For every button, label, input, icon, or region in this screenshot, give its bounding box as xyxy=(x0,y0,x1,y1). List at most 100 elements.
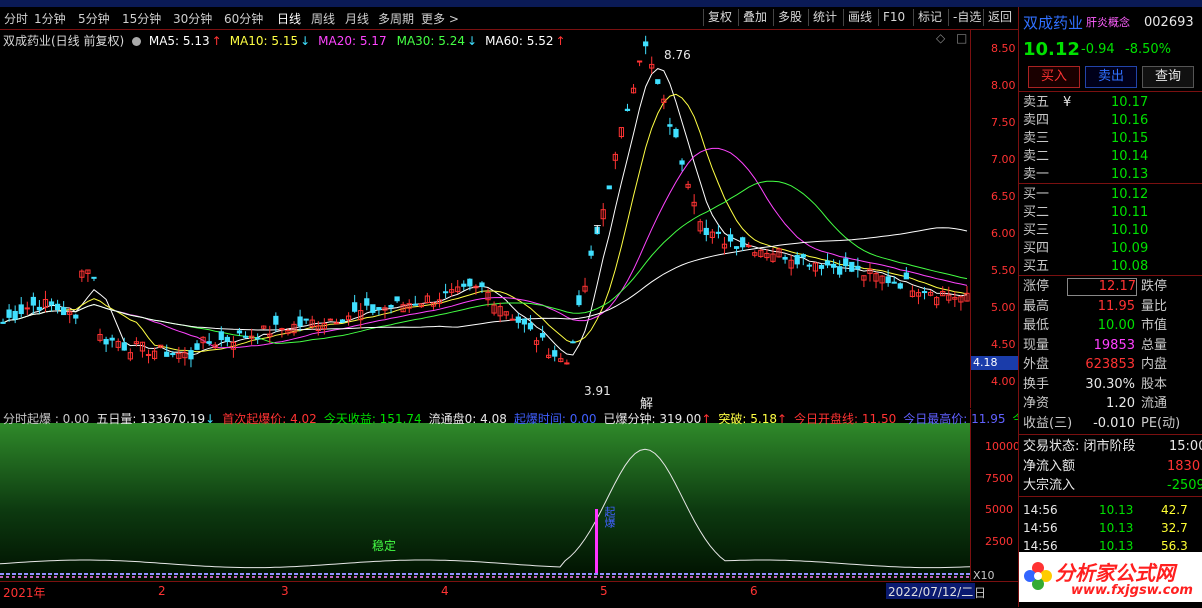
ma-legend-item: MA20: 5.17 xyxy=(318,34,387,48)
bid-label: 买五 xyxy=(1023,259,1050,274)
candle-body xyxy=(24,307,30,310)
candle-body xyxy=(824,260,831,266)
bid-price: 10.11 xyxy=(1111,205,1149,220)
indicator-axis: 10000 7500 5000 2500 X10 xyxy=(970,409,1020,582)
indicator-tick: 7500 xyxy=(985,472,1013,485)
period-15min[interactable]: 15分钟 xyxy=(122,10,161,27)
candle-body xyxy=(461,283,467,287)
candle-body xyxy=(121,342,127,351)
candle-body xyxy=(733,246,740,249)
quote-label2: 跌停 xyxy=(1141,279,1168,294)
price-axis: 8.50 8.00 7.50 7.00 6.50 6.00 5.50 5.00 4.50 4.00… xyxy=(970,30,1020,408)
candle-body xyxy=(170,353,176,356)
high-price-label: 8.76 xyxy=(664,48,691,62)
ask-label: 卖一 xyxy=(1023,167,1050,182)
candle-body xyxy=(224,336,230,342)
mark-button[interactable]: 标记 xyxy=(913,9,946,26)
candle-body xyxy=(188,350,194,360)
back-button[interactable]: 返回 xyxy=(983,9,1016,26)
stats-button[interactable]: 统计 xyxy=(808,9,841,26)
candle-body xyxy=(370,304,376,313)
candle-body xyxy=(715,231,722,234)
bid-row[interactable]: 买二 10.11 xyxy=(1019,204,1202,222)
candle-body xyxy=(740,237,746,248)
period-monthly[interactable]: 月线 xyxy=(345,10,369,27)
period-more[interactable]: 更多 > xyxy=(421,10,459,27)
candle-body xyxy=(18,304,24,315)
indicator-chart[interactable]: 分时起爆 : 0.00 五日量: 133670.19↓ 首次起爆价: 4.02 今天收… xyxy=(0,409,1024,581)
flow-row: 大宗流入 -2509 xyxy=(1019,477,1202,495)
f10-button[interactable]: F10 xyxy=(878,9,909,26)
ma-legend-item: MA10: 5.15 xyxy=(229,34,299,48)
candle-body xyxy=(830,263,837,268)
indicator-legend: 分时起爆 : 0.00 五日量: 133670.19↓ 首次起爆价: 4.02 今天收… xyxy=(3,410,1031,427)
period-intraday[interactable]: 分时 xyxy=(4,10,28,27)
period-60min[interactable]: 60分钟 xyxy=(224,10,263,27)
indicator-arrow: ↑ xyxy=(701,412,712,426)
overlay-button[interactable]: 叠加 xyxy=(738,9,771,26)
period-5min[interactable]: 5分钟 xyxy=(78,10,110,27)
period-1min[interactable]: 1分钟 xyxy=(34,10,66,27)
quote-value: 19853 xyxy=(1093,337,1135,353)
indicator-arrow: ↓ xyxy=(205,412,216,426)
ask-row[interactable]: 卖二 10.14 xyxy=(1019,148,1202,166)
ask-label: 卖四 xyxy=(1023,113,1050,128)
ask-row[interactable]: 卖三 10.15 xyxy=(1019,130,1202,148)
candle-body xyxy=(636,60,643,63)
bid-label: 买二 xyxy=(1023,205,1050,220)
draw-line-button[interactable]: 画线 xyxy=(843,9,876,26)
candle-body xyxy=(606,185,612,190)
multi-stock-button[interactable]: 多股 xyxy=(773,9,806,26)
quote-panel: 双成药业 肝炎概念 002693 10.12 -0.94 -8.50% 买入 卖… xyxy=(1018,7,1202,607)
price-tick: 8.50 xyxy=(991,42,1016,55)
query-button[interactable]: 查询 xyxy=(1142,66,1194,88)
candle-body xyxy=(479,282,485,288)
diamond-icon[interactable]: ◇ xyxy=(936,31,945,45)
period-multi[interactable]: 多周期 xyxy=(378,10,414,27)
watchlist-button[interactable]: -自选 xyxy=(948,9,985,26)
period-30min[interactable]: 30分钟 xyxy=(173,10,212,27)
indicator-legend-item: 已爆分钟: 319.00 xyxy=(603,412,702,426)
date-month-4: 4 xyxy=(441,584,449,598)
close-box-icon[interactable]: □ xyxy=(956,31,967,45)
bid-row[interactable]: 买四 10.09 xyxy=(1019,240,1202,258)
ma-line xyxy=(2,68,968,356)
sell-button[interactable]: 卖出 xyxy=(1085,66,1137,88)
stock-concept[interactable]: 肝炎概念 xyxy=(1086,12,1130,34)
price-chart[interactable]: 双成药业(日线 前复权) MA5: 5.13 ↑ MA10: 5.15 ↓ MA20: … xyxy=(0,30,970,412)
candle-body xyxy=(236,330,243,334)
candle-body xyxy=(552,350,558,357)
bid-row[interactable]: 买三 10.10 xyxy=(1019,222,1202,240)
breakout-label: 起爆 xyxy=(603,506,616,528)
ask-label: 卖二 xyxy=(1023,149,1050,164)
ma-legend-item: MA30: 5.24 xyxy=(396,34,466,48)
ma-arrow: ↓ xyxy=(467,34,478,48)
ask-row[interactable]: 卖四 10.16 xyxy=(1019,112,1202,130)
low-price-label: 3.91 xyxy=(584,384,611,398)
watermark: 分析家公式网 www.fxjgsw.com xyxy=(1019,552,1202,602)
period-toolbar: 分时 1分钟 5分钟 15分钟 30分钟 60分钟 日线 周线 月线 多周期 更… xyxy=(0,7,1018,30)
bid-label: 买一 xyxy=(1023,187,1050,202)
ask-row[interactable]: 卖五 ¥10.17 xyxy=(1019,94,1202,112)
period-weekly[interactable]: 周线 xyxy=(311,10,335,27)
ma-arrow: ↑ xyxy=(555,34,566,48)
ask-row[interactable]: 卖一 10.13 xyxy=(1019,166,1202,184)
price-summary: 10.12 -0.94 -8.50% xyxy=(1019,39,1202,61)
watermark-url: www.fxjgsw.com xyxy=(1071,583,1193,598)
bid-row[interactable]: 买一 10.12 xyxy=(1019,186,1202,204)
candle-body xyxy=(655,79,661,84)
ma-line xyxy=(2,147,968,349)
bid-row[interactable]: 买五 10.08 xyxy=(1019,258,1202,276)
candle-body xyxy=(521,318,528,325)
candle-body xyxy=(539,333,546,338)
indicator-legend-item: 今天收益: 151.74 xyxy=(323,412,422,426)
adjust-button[interactable]: 复权 xyxy=(703,9,736,26)
settings-dot-icon[interactable] xyxy=(132,37,142,46)
quote-label: 最低 xyxy=(1023,318,1050,333)
date-month-5: 5 xyxy=(600,584,608,598)
buy-button[interactable]: 买入 xyxy=(1028,66,1080,88)
price-tick: 8.00 xyxy=(991,79,1016,92)
candle-body xyxy=(782,256,788,260)
period-daily[interactable]: 日线 xyxy=(277,10,301,27)
indicator-legend-item: 五日量: 133670.19 xyxy=(96,412,206,426)
